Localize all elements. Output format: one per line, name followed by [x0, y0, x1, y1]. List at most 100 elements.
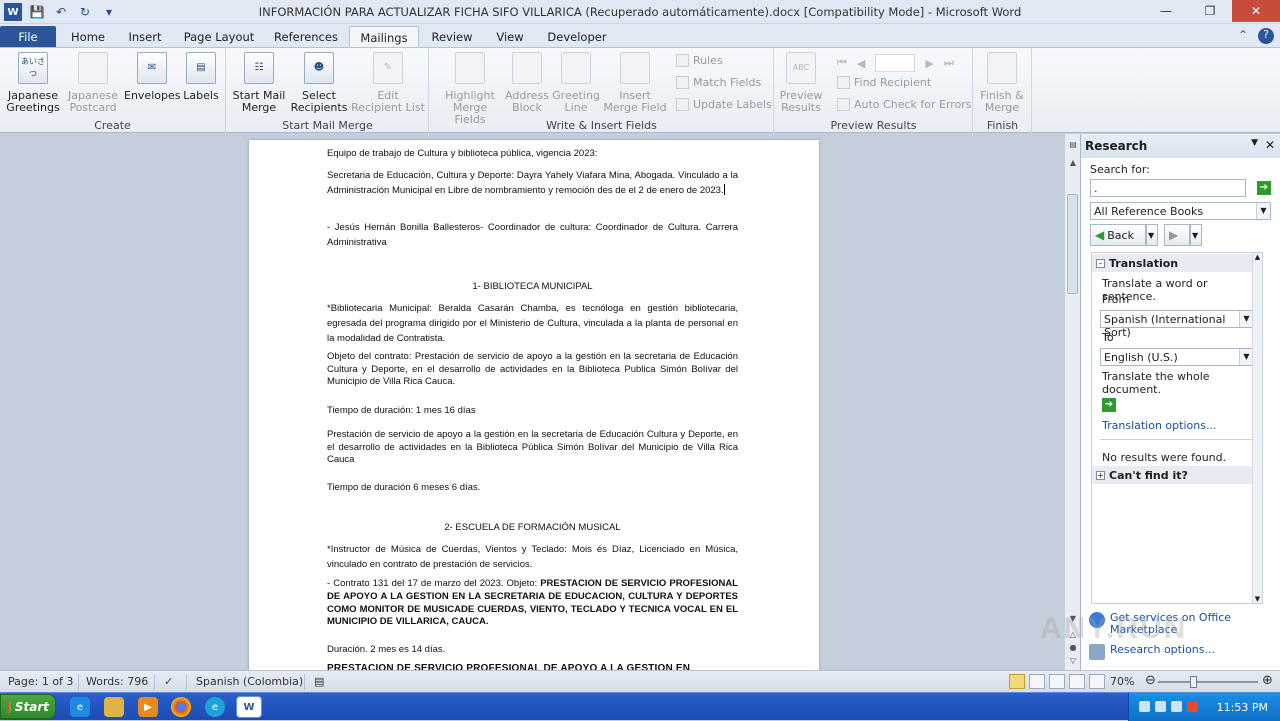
zoom-slider[interactable]	[1158, 676, 1258, 688]
preview-results-button[interactable]: ABC Preview Results	[777, 52, 825, 114]
previous-record-icon[interactable]: ◀	[857, 57, 865, 70]
minimize-icon[interactable]: —	[1144, 0, 1188, 22]
zoom-level[interactable]: 70%	[1110, 675, 1134, 688]
tab-review[interactable]: Review	[424, 26, 480, 48]
tab-page-layout[interactable]: Page Layout	[176, 26, 262, 48]
clock[interactable]: 11:53 PM	[1217, 701, 1268, 714]
japanese-postcard-button[interactable]: Japanese Postcard	[64, 52, 122, 114]
start-search-icon[interactable]: ➔	[1257, 181, 1271, 195]
maximize-icon[interactable]: ❐	[1188, 0, 1232, 22]
scroll-thumb[interactable]	[1067, 194, 1078, 294]
address-block-button[interactable]: Address Block	[504, 52, 550, 114]
last-record-icon[interactable]: ⏭	[944, 56, 954, 70]
translation-section-header[interactable]: – Translation	[1092, 254, 1254, 272]
outline-icon[interactable]	[1069, 674, 1085, 689]
to-language-select[interactable]: English (U.S.) ▼	[1100, 348, 1254, 366]
cant-find-section-header[interactable]: + Can't find it?	[1092, 466, 1254, 484]
forward-button[interactable]: ▶	[1164, 224, 1190, 246]
greeting-line-button[interactable]: Greeting Line	[552, 52, 600, 114]
word-count[interactable]: Words: 796	[86, 675, 148, 688]
insert-merge-field-button[interactable]: Insert Merge Field	[602, 52, 668, 114]
update-labels-button[interactable]: Update Labels	[676, 98, 772, 111]
zoom-out-icon[interactable]: ⊖	[1145, 673, 1156, 688]
zoom-slider-handle[interactable]	[1190, 676, 1197, 688]
draft-icon[interactable]	[1089, 674, 1105, 689]
translation-options-link[interactable]: Translation options...	[1102, 419, 1257, 432]
chevron-down-icon: ▼	[1239, 349, 1253, 365]
tab-view[interactable]: View	[486, 26, 534, 48]
tab-file[interactable]: File	[0, 26, 56, 48]
security-icon[interactable]	[1187, 701, 1198, 712]
web-layout-icon[interactable]	[1049, 674, 1065, 689]
select-recipients-button[interactable]: ☻ Select Recipients	[287, 52, 351, 114]
help-icon[interactable]: ?	[1258, 28, 1274, 44]
labels-button[interactable]: ▤ Labels	[180, 52, 222, 102]
update-labels-icon	[676, 98, 689, 111]
internet-explorer-icon[interactable]: e	[70, 697, 90, 717]
highlight-fields-icon	[455, 52, 485, 84]
scroll-up-icon[interactable]: ▲	[1253, 253, 1262, 261]
edge-icon[interactable]: e	[205, 697, 225, 717]
tab-insert[interactable]: Insert	[120, 26, 170, 48]
find-recipient-button[interactable]: Find Recipient	[837, 76, 931, 89]
scroll-up-icon[interactable]: ▲	[1065, 158, 1081, 172]
windows-logo-icon	[7, 700, 11, 713]
volume-icon[interactable]	[1171, 701, 1182, 712]
record-navigation: ⏮ ◀ ▶ ⏭	[837, 54, 954, 72]
proofing-icon[interactable]: ✓	[164, 675, 173, 688]
language-indicator[interactable]: Spanish (Colombia)	[196, 675, 303, 688]
highlight-merge-fields-button[interactable]: Highlight Merge Fields	[438, 52, 502, 126]
scroll-down-icon[interactable]: ▼	[1253, 595, 1262, 603]
full-screen-reading-icon[interactable]	[1029, 674, 1045, 689]
media-player-icon[interactable]: ▶	[138, 697, 158, 717]
reference-source-select[interactable]: All Reference Books ▼	[1090, 202, 1271, 220]
minimize-ribbon-icon[interactable]: ⌃	[1238, 28, 1248, 44]
research-options-link[interactable]: Research options...	[1089, 644, 1215, 660]
watermark: ANY.RUN	[1040, 612, 1188, 645]
doc-paragraph: Duración. 2 mes es 14 días.	[327, 644, 446, 655]
back-dropdown[interactable]: ▼	[1146, 224, 1158, 246]
network-icon[interactable]	[1155, 701, 1166, 712]
tab-mailings[interactable]: Mailings	[349, 26, 419, 48]
results-scrollbar[interactable]: ▲ ▼	[1252, 253, 1262, 603]
chevron-down-icon: ▼	[1239, 311, 1253, 327]
to-label: To	[1102, 331, 1114, 344]
ruler-toggle-icon[interactable]: ▤	[1065, 140, 1081, 154]
page-count[interactable]: Page: 1 of 3	[8, 675, 73, 688]
start-button[interactable]: Start	[0, 694, 56, 719]
match-fields-button[interactable]: Match Fields	[676, 76, 761, 89]
auto-check-errors-button[interactable]: Auto Check for Errors	[837, 98, 972, 111]
doc-heading: 2- ESCUELA DE FORMACIÓN MUSICAL	[444, 522, 621, 533]
close-icon[interactable]: ✕	[1232, 0, 1280, 22]
forward-dropdown[interactable]: ▼	[1190, 224, 1202, 246]
first-record-icon[interactable]: ⏮	[837, 56, 847, 70]
from-language-select[interactable]: Spanish (International Sort) ▼	[1100, 310, 1254, 339]
print-layout-icon[interactable]	[1009, 674, 1025, 689]
tab-home[interactable]: Home	[62, 26, 114, 48]
record-number-input[interactable]	[875, 54, 916, 72]
close-pane-icon[interactable]: ✕	[1265, 138, 1275, 152]
zoom-in-icon[interactable]: ⊕	[1262, 673, 1273, 688]
next-record-icon[interactable]: ▶	[925, 57, 933, 70]
start-mail-merge-button[interactable]: ☷ Start Mail Merge	[231, 52, 287, 114]
pane-options-icon[interactable]: ▼	[1251, 138, 1258, 148]
chrome-icon[interactable]	[171, 697, 191, 717]
file-explorer-icon[interactable]	[104, 697, 124, 717]
edit-recipient-list-button[interactable]: ✎ Edit Recipient List	[351, 52, 425, 114]
envelopes-button[interactable]: ✉ Envelopes	[124, 52, 180, 102]
word-taskbar-button[interactable]: W	[236, 696, 262, 718]
macro-record-icon[interactable]: ▤	[314, 675, 324, 688]
doc-paragraph: Equipo de trabajo de Cultura y bibliotec…	[327, 148, 598, 159]
tab-developer[interactable]: Developer	[540, 26, 614, 48]
vertical-scrollbar[interactable]: ▤ ▲ ▼ △ ● ▽	[1064, 134, 1080, 670]
search-input[interactable]: .	[1090, 179, 1246, 197]
back-button[interactable]: ◀ Back	[1090, 224, 1146, 246]
japanese-greetings-button[interactable]: あいさつ Japanese Greetings	[4, 52, 62, 114]
document-page[interactable]: Equipo de trabajo de Cultura y bibliotec…	[249, 140, 819, 670]
translate-document-icon[interactable]: ➔	[1102, 398, 1116, 412]
rules-button[interactable]: Rules	[676, 54, 723, 67]
next-page-icon[interactable]: ▽	[1065, 656, 1081, 670]
tray-icon[interactable]	[1139, 701, 1150, 712]
tab-references[interactable]: References	[268, 26, 344, 48]
finish-merge-button[interactable]: Finish & Merge	[976, 52, 1028, 114]
